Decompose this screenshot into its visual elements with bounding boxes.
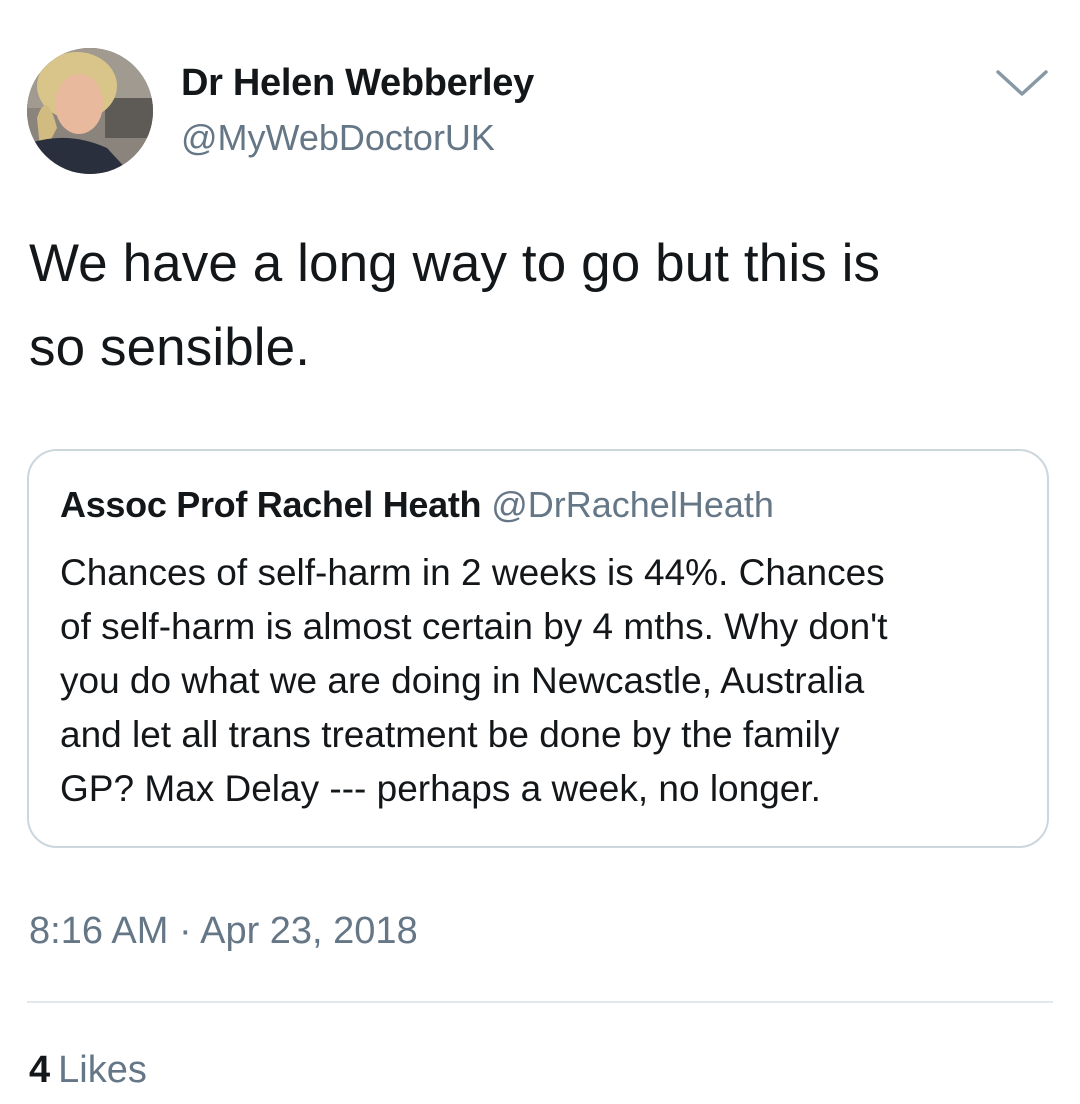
likes-stat[interactable]: 4 Likes [29,1049,147,1092]
author-name[interactable]: Dr Helen Webberley [181,62,534,105]
quoted-tweet-text: Chances of self-harm in 2 weeks is 44%. … [60,552,888,809]
tweet-timestamp[interactable]: 8:16 AM · Apr 23, 2018 [29,910,418,953]
quoted-author-name: Assoc Prof Rachel Heath [60,484,482,525]
quoted-tweet-card[interactable]: Assoc Prof Rachel Heath @DrRachelHeath Ch… [27,449,1049,848]
quoted-author-handle: @DrRachelHeath [491,484,774,525]
avatar-photo [27,48,153,174]
chevron-down-icon [996,70,1048,96]
likes-count: 4 [29,1049,51,1091]
author-avatar[interactable] [27,48,153,174]
author-handle[interactable]: @MyWebDoctorUK [181,117,495,159]
more-options-button[interactable] [994,64,1050,104]
likes-label: Likes [58,1049,147,1091]
tweet-text: We have a long way to go but this is so … [29,234,881,377]
divider [27,1001,1053,1003]
quoted-tweet-header: Assoc Prof Rachel Heath @DrRachelHeath [60,484,774,526]
